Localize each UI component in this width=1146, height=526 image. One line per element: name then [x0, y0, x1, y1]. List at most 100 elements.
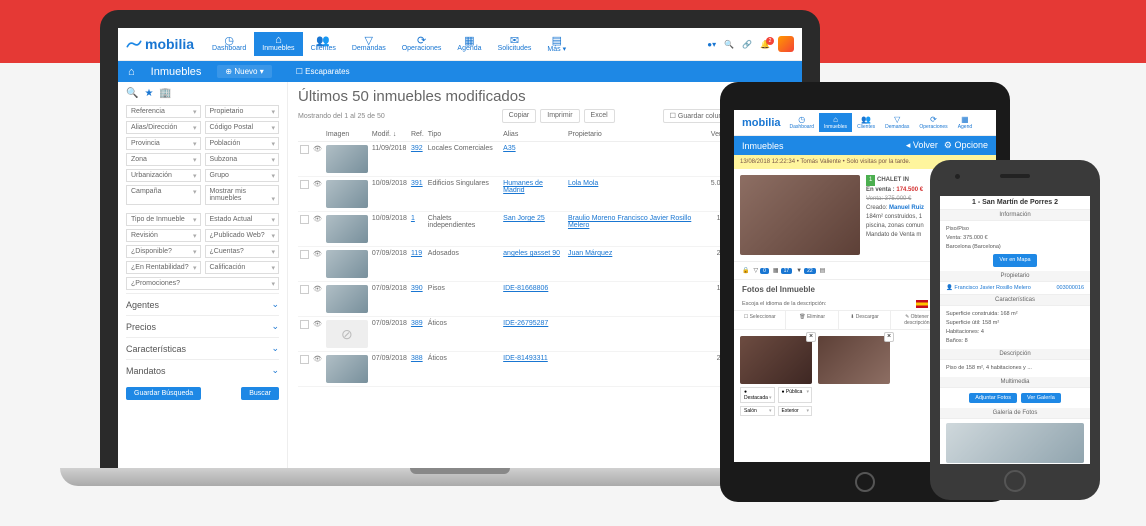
owner-link[interactable]: Lola Mola: [568, 180, 598, 187]
row-checkbox[interactable]: [300, 145, 309, 154]
ref-link[interactable]: 388: [411, 355, 423, 362]
filter-estado-actual[interactable]: Estado Actual: [205, 213, 280, 226]
filter--publicado-web-[interactable]: ¿Publicado Web?: [205, 229, 280, 242]
gallery-button[interactable]: Ver Galería: [1021, 393, 1061, 403]
photo-ext-select[interactable]: Exterior: [778, 406, 813, 416]
photo-public-select[interactable]: ● Pública: [778, 387, 813, 403]
filter-c-digo-postal[interactable]: Código Postal: [205, 121, 280, 134]
filter-tipo-de-inmueble[interactable]: Tipo de Inmueble: [126, 213, 201, 226]
copy-button[interactable]: Copiar: [502, 109, 537, 123]
section-características[interactable]: Características⌄: [126, 337, 279, 359]
ref-link[interactable]: 1: [411, 215, 415, 222]
alias-link[interactable]: IDE-81493311: [503, 355, 548, 362]
alias-link[interactable]: Humanes de Madrid: [503, 180, 543, 194]
col-header[interactable]: [311, 128, 324, 142]
filter-propietario[interactable]: Propietario: [205, 105, 280, 118]
stat-item[interactable]: ▤: [820, 267, 826, 274]
photo-thumb[interactable]: ×: [818, 336, 890, 384]
section-precios[interactable]: Precios⌄: [126, 315, 279, 337]
col-header[interactable]: Tipo: [426, 128, 501, 142]
row-checkbox[interactable]: [300, 355, 309, 364]
eye-icon[interactable]: 👁: [313, 321, 322, 328]
property-thumb[interactable]: [326, 145, 368, 173]
gallery-image[interactable]: [946, 423, 1084, 463]
ref-link[interactable]: 119: [411, 250, 422, 257]
photo-tool[interactable]: 🗑 Eliminar: [786, 311, 838, 329]
tablet-home-button[interactable]: [855, 472, 875, 492]
property-thumb[interactable]: [326, 215, 368, 243]
col-header[interactable]: Modif. ↓: [370, 128, 409, 142]
row-checkbox[interactable]: [300, 215, 309, 224]
eye-icon[interactable]: 👁: [313, 216, 322, 223]
filter-provincia[interactable]: Provincia: [126, 137, 201, 150]
row-checkbox[interactable]: [300, 285, 309, 294]
stat-item[interactable]: ▦17: [773, 267, 792, 274]
col-header[interactable]: Ref.: [409, 128, 426, 142]
alias-link[interactable]: angeles gasset 90: [503, 250, 560, 257]
tablet-nav-item[interactable]: 👥Clientes: [852, 113, 880, 132]
bell-icon[interactable]: 🔔2: [760, 40, 770, 49]
nav-clientes[interactable]: 👥Clientes: [303, 32, 344, 56]
phone-link[interactable]: 003000016: [1056, 285, 1084, 291]
tablet-nav-item[interactable]: ▦Agend: [953, 113, 977, 132]
stat-item[interactable]: ▽0: [753, 267, 768, 274]
row-checkbox[interactable]: [300, 180, 309, 189]
tablet-nav-item[interactable]: ◷Dashboard: [785, 113, 819, 132]
filter-calificaci-n[interactable]: Calificación: [205, 261, 280, 274]
nav-inmuebles[interactable]: ⌂Inmuebles: [254, 32, 302, 56]
filter-subzona[interactable]: Subzona: [205, 153, 280, 166]
col-header[interactable]: [298, 128, 311, 142]
nav-operaciones[interactable]: ⟳Operaciones: [394, 32, 450, 56]
home-icon[interactable]: ⌂: [128, 66, 135, 78]
filter--promociones-[interactable]: ¿Promociones?: [126, 277, 279, 290]
photo-featured-select[interactable]: ● Destacada: [740, 387, 775, 403]
alias-link[interactable]: A35: [503, 145, 515, 152]
filter--en-rentabilidad-[interactable]: ¿En Rentabilidad?: [126, 261, 201, 274]
ref-link[interactable]: 392: [411, 145, 423, 152]
owner-link[interactable]: Juan Márquez: [568, 250, 612, 257]
photo-thumb[interactable]: ×: [740, 336, 812, 384]
escaparates-button[interactable]: ☐ Escaparates: [288, 65, 358, 78]
filter-urbanizaci-n[interactable]: Urbanización: [126, 169, 201, 182]
filter-alias-direcci-n[interactable]: Alias/Dirección: [126, 121, 201, 134]
nav-más ▾[interactable]: ▤Más ▾: [539, 32, 574, 56]
creator-link[interactable]: Manuel Ruiz: [889, 205, 924, 211]
row-checkbox[interactable]: [300, 250, 309, 259]
nav-solicitudes[interactable]: ✉Solicitudes: [490, 32, 540, 56]
filter-mostrar-mis-inmuebles[interactable]: Mostrar mis inmuebles: [205, 185, 280, 205]
avatar[interactable]: [778, 36, 794, 52]
search-icon[interactable]: 🔍: [724, 40, 734, 49]
section-agentes[interactable]: Agentes⌄: [126, 293, 279, 315]
print-button[interactable]: Imprimir: [540, 109, 579, 123]
owner-link[interactable]: Braulio Moreno Francisco Javier Rosillo …: [568, 215, 691, 229]
nav-agenda[interactable]: ▦Agenda: [449, 32, 489, 56]
save-search-button[interactable]: Guardar Búsqueda: [126, 387, 201, 400]
col-header[interactable]: Propietario: [566, 128, 709, 142]
eye-icon[interactable]: 👁: [313, 146, 322, 153]
nav-dashboard[interactable]: ◷Dashboard: [204, 32, 254, 56]
section-mandatos[interactable]: Mandatos⌄: [126, 359, 279, 381]
logo[interactable]: mobilia: [126, 36, 194, 52]
photo-tool[interactable]: ☐ Seleccionar: [734, 311, 786, 329]
new-button[interactable]: ⊕ Nuevo ▾: [217, 65, 271, 78]
search-button[interactable]: Buscar: [241, 387, 279, 400]
eye-icon[interactable]: 👁: [313, 356, 322, 363]
options-button[interactable]: ⚙ Opcione: [944, 140, 988, 151]
property-image[interactable]: [740, 175, 860, 255]
tablet-nav-item[interactable]: ⟳Operaciones: [914, 113, 952, 132]
property-thumb[interactable]: [326, 355, 368, 383]
tablet-nav-item[interactable]: ⌂Inmuebles: [819, 113, 852, 132]
ref-link[interactable]: 391: [411, 180, 423, 187]
owner-link[interactable]: 👤 Francisco Javier Rosillo Melero: [946, 285, 1031, 291]
property-thumb[interactable]: [326, 285, 368, 313]
tablet-nav-item[interactable]: ▽Demandas: [880, 113, 914, 132]
phone-home-button[interactable]: [1004, 470, 1026, 492]
alias-link[interactable]: IDE-26795287: [503, 320, 548, 327]
filter-campa-a[interactable]: Campaña: [126, 185, 201, 205]
property-thumb[interactable]: [326, 180, 368, 208]
filter-referencia[interactable]: Referencia: [126, 105, 201, 118]
tablet-logo[interactable]: mobilia: [738, 117, 785, 129]
back-button[interactable]: ◂ Volver: [906, 140, 938, 151]
ref-link[interactable]: 389: [411, 320, 423, 327]
filter-grupo[interactable]: Grupo: [205, 169, 280, 182]
